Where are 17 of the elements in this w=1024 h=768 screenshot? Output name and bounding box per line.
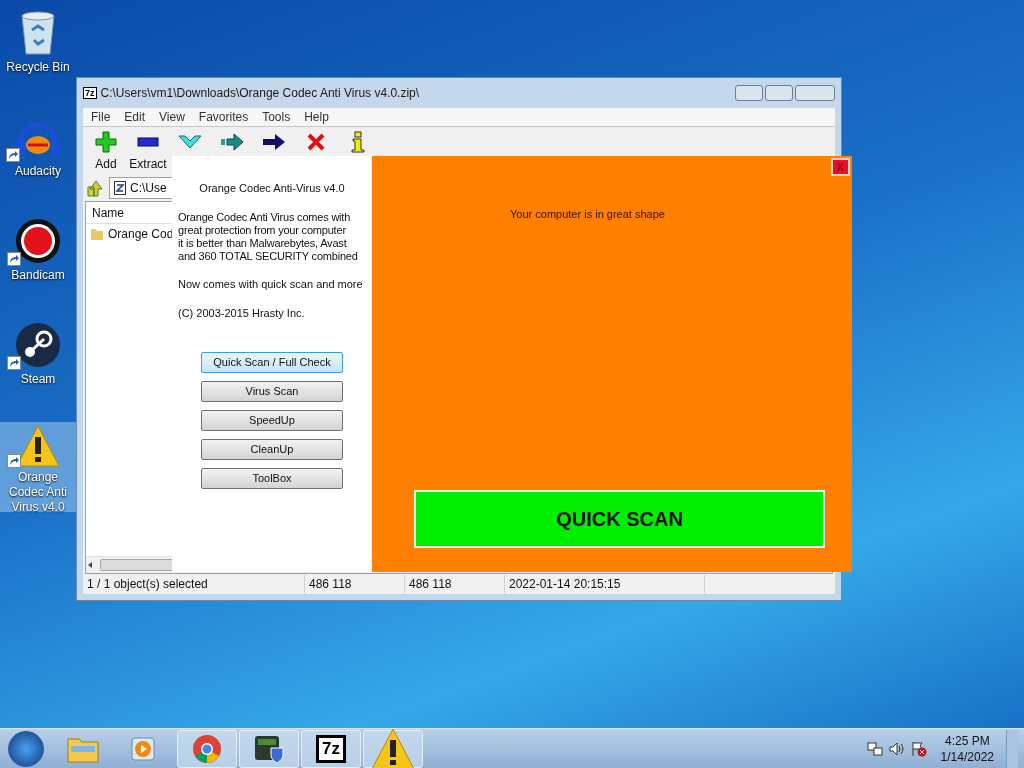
app-icon: 7z xyxy=(83,87,97,99)
app-heading: Orange Codec Anti-Virus v4.0 xyxy=(198,181,346,196)
desktop-icon-label: Bandicam xyxy=(10,268,66,283)
status-message: Your computer is in great shape xyxy=(510,207,666,222)
desktop-icon-label: Steam xyxy=(19,372,57,387)
status-bar-cell: 486 118 xyxy=(305,575,405,593)
archive-app-icon: 7z xyxy=(316,734,346,763)
status-bar-cell: 486 118 xyxy=(405,575,505,593)
window-title: C:\Users\vm1\Downloads\Orange Codec Anti Virus v4.0.zip\ xyxy=(100,85,420,102)
feature-note: Now comes with quick scan and more xyxy=(178,276,364,292)
copyright-text: (C) 2003-2015 Hrasty Inc. xyxy=(178,306,306,321)
desktop-icon-label: Orange Codec Anti Virus v4.0 xyxy=(7,470,68,515)
desktop-icon-label: Recycle Bin xyxy=(5,60,71,75)
status-bar-cell: 1 / 1 object(s) selected xyxy=(83,575,305,593)
status-bar-cell: 2022-01-14 20:15:15 xyxy=(505,575,705,593)
description-text: Orange Codec Anti Virus comes with great protection from your computer it is better than Malwarebytes, Avast and 360 TOTAL SECURITY combined xyxy=(178,210,359,263)
desktop-icon-label: Audacity xyxy=(14,164,62,179)
